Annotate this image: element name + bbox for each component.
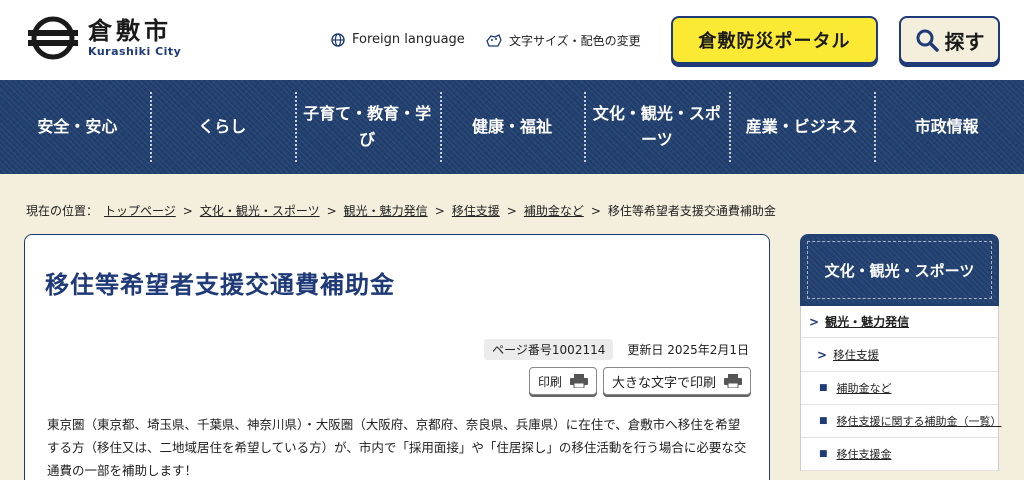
sidebar-item-relocation[interactable]: > 移住支援 bbox=[801, 338, 998, 372]
nav-item-industry-business[interactable]: 産業・ビジネス bbox=[729, 80, 874, 174]
breadcrumb-separator: > bbox=[182, 203, 193, 218]
breadcrumb-separator: > bbox=[506, 203, 517, 218]
globe-icon bbox=[331, 32, 345, 47]
breadcrumb-link-top[interactable]: トップページ bbox=[104, 202, 176, 219]
foreign-language-label: Foreign language bbox=[352, 32, 465, 47]
intro-paragraph: 東京圏（東京都、埼玉県、千葉県、神奈川県）・大阪圏（大阪府、京都府、奈良県、兵庫… bbox=[47, 417, 747, 478]
breadcrumb-separator: > bbox=[326, 203, 337, 218]
chevron-right-icon: > bbox=[809, 314, 820, 329]
page-title: 移住等希望者支援交通費補助金 bbox=[45, 271, 395, 299]
page-meta: ページ番号1002114 更新日 2025年2月1日 bbox=[484, 339, 749, 360]
sidebar-item-label: 補助金など bbox=[836, 382, 892, 395]
foreign-language-link[interactable]: Foreign language bbox=[331, 32, 465, 47]
breadcrumb-link-relocation[interactable]: 移住支援 bbox=[452, 202, 500, 219]
logo-japanese: 倉敷市 bbox=[88, 17, 172, 45]
breadcrumb-current: 移住等希望者支援交通費補助金 bbox=[607, 204, 776, 218]
printer-icon bbox=[569, 374, 588, 388]
breadcrumb: 現在の位置： トップページ > 文化・観光・スポーツ > 観光・魅力発信 > 移… bbox=[26, 202, 776, 219]
site-header: 倉敷市 Kurashiki City Foreign language 文字サイ… bbox=[0, 0, 1024, 80]
sidebar-item-label: 移住支援に関する補助金（一覧） bbox=[836, 415, 1002, 428]
sidebar-item-tourism[interactable]: > 観光・魅力発信 bbox=[801, 306, 998, 338]
text-size-color-link[interactable]: 文字サイズ・配色の変更 bbox=[486, 32, 641, 49]
breadcrumb-separator: > bbox=[590, 203, 601, 218]
nav-item-safety[interactable]: 安全・安心 bbox=[5, 80, 150, 174]
print-controls: 印刷 大きな文字で印刷 bbox=[528, 367, 751, 395]
breadcrumb-link-tourism[interactable]: 観光・魅力発信 bbox=[344, 202, 428, 219]
sidebar-heading[interactable]: 文化・観光・スポーツ bbox=[800, 234, 999, 306]
sidebar-item-label: 観光・魅力発信 bbox=[825, 315, 910, 329]
printer-icon bbox=[724, 374, 742, 388]
print-label: 印刷 bbox=[537, 374, 562, 389]
logo-english: Kurashiki City bbox=[88, 45, 182, 58]
square-bullet-icon: ■ bbox=[819, 449, 828, 459]
sidebar-item-label: 移住支援金 bbox=[836, 448, 892, 461]
breadcrumb-separator: > bbox=[434, 203, 445, 218]
sidebar-item-label: 移住支援 bbox=[833, 347, 880, 362]
updated-date: 更新日 2025年2月1日 bbox=[627, 343, 749, 357]
global-nav: 安全・安心 くらし 子育て・教育・学び 健康・福祉 文化・観光・スポーツ 産業・… bbox=[0, 80, 1024, 174]
breadcrumb-link-culture[interactable]: 文化・観光・スポーツ bbox=[200, 202, 320, 219]
site-logo[interactable]: 倉敷市 Kurashiki City bbox=[26, 16, 181, 60]
sidebar-item-subsidy-list[interactable]: ■ 移住支援に関する補助金（一覧） bbox=[801, 405, 1002, 438]
print-button[interactable]: 印刷 bbox=[528, 367, 597, 395]
sidebar-item-relocation-grant[interactable]: ■ 移住支援金 bbox=[801, 438, 998, 471]
nav-item-living[interactable]: くらし bbox=[149, 80, 295, 174]
square-bullet-icon: ■ bbox=[819, 383, 828, 393]
main-content: 移住等希望者支援交通費補助金 ページ番号1002114 更新日 2025年2月1… bbox=[24, 234, 770, 480]
square-bullet-icon: ■ bbox=[819, 416, 828, 426]
print-large-label: 大きな文字で印刷 bbox=[611, 375, 716, 391]
magnifier-icon bbox=[916, 29, 939, 52]
search-label: 探す bbox=[944, 29, 985, 54]
nav-item-city-info[interactable]: 市政情報 bbox=[874, 80, 1019, 174]
disaster-portal-button[interactable]: 倉敷防災ポータル bbox=[671, 16, 878, 64]
sidebar-heading-label: 文化・観光・スポーツ bbox=[807, 241, 992, 299]
sidebar: 文化・観光・スポーツ > 観光・魅力発信 > 移住支援 ■ 補助金など ■ 移住… bbox=[800, 234, 1002, 480]
text-size-color-label: 文字サイズ・配色の変更 bbox=[509, 34, 641, 48]
print-large-text-button[interactable]: 大きな文字で印刷 bbox=[602, 367, 751, 395]
nav-item-culture-tourism-sports[interactable]: 文化・観光・スポーツ bbox=[584, 80, 729, 174]
chevron-right-icon: > bbox=[817, 347, 828, 362]
search-button[interactable]: 探す bbox=[899, 16, 1000, 64]
nav-item-childcare-education[interactable]: 子育て・教育・学び bbox=[294, 80, 440, 174]
sidebar-menu: > 観光・魅力発信 > 移住支援 ■ 補助金など ■ 移住支援に関する補助金（一… bbox=[800, 306, 1002, 471]
text-size-icon bbox=[486, 33, 502, 47]
breadcrumb-prefix: 現在の位置： bbox=[26, 204, 99, 218]
sidebar-item-subsidies[interactable]: ■ 補助金など bbox=[801, 372, 998, 405]
page-number: ページ番号1002114 bbox=[484, 339, 614, 360]
kurashiki-logo-icon bbox=[28, 16, 78, 60]
breadcrumb-link-subsidies[interactable]: 補助金など bbox=[524, 202, 584, 219]
nav-item-health-welfare[interactable]: 健康・福祉 bbox=[439, 80, 585, 174]
